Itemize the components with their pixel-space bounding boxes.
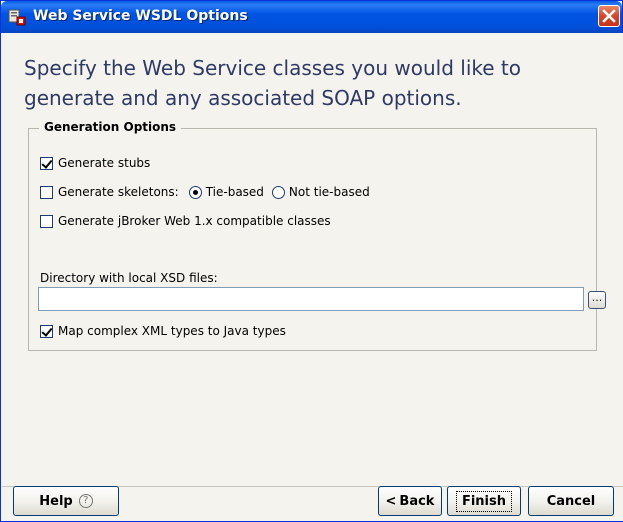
cancel-label: Cancel (546, 493, 596, 509)
generate-stubs-checkbox[interactable] (40, 156, 53, 170)
generate-stubs-row[interactable]: Generate stubs (40, 156, 150, 170)
close-button[interactable] (598, 5, 620, 27)
wsdl-app-icon (8, 8, 26, 26)
map-types-checkbox[interactable] (40, 324, 53, 338)
tie-based-label: Tie-based (205, 185, 264, 199)
generate-stubs-label: Generate stubs (58, 156, 151, 170)
page-heading: Specify the Web Service classes you woul… (24, 56, 521, 110)
dialog-window: Web Service WSDL Options Specify the Web… (0, 0, 623, 522)
help-label: Help (39, 493, 73, 509)
finish-button[interactable]: Finish (447, 486, 521, 516)
cancel-button[interactable]: Cancel (528, 486, 614, 516)
back-arrow-icon: < (385, 493, 397, 509)
window-title: Web Service WSDL Options (33, 8, 248, 24)
help-button[interactable]: Help ? (13, 486, 119, 516)
jbroker-label: Generate jBroker Web 1.x compatible clas… (58, 214, 331, 228)
jbroker-checkbox[interactable] (40, 214, 53, 228)
question-mark-icon: ? (78, 494, 93, 508)
map-types-row[interactable]: Map complex XML types to Java types (40, 324, 286, 338)
dialog-content: Specify the Web Service classes you woul… (2, 33, 623, 521)
generate-skeletons-row: Generate skeletons: Tie-based Not tie-ba… (40, 185, 370, 199)
xsd-directory-input[interactable] (38, 287, 584, 311)
generate-skeletons-checkbox[interactable] (40, 185, 53, 199)
xsd-directory-label: Directory with local XSD files: (40, 271, 218, 285)
not-tie-based-radio[interactable] (271, 185, 285, 199)
finish-label: Finish (455, 490, 513, 512)
map-types-label: Map complex XML types to Java types (58, 324, 286, 338)
browse-button[interactable]: ... (588, 291, 606, 309)
back-label: Back (399, 493, 435, 509)
generate-skeletons-label: Generate skeletons: (58, 185, 179, 199)
close-icon (602, 9, 616, 23)
generation-options-group: Generation Options Generate stubs Genera… (28, 120, 606, 351)
back-button[interactable]: < Back (378, 486, 442, 516)
jbroker-row[interactable]: Generate jBroker Web 1.x compatible clas… (40, 214, 331, 228)
tie-based-radio[interactable] (188, 185, 202, 199)
title-bar[interactable]: Web Service WSDL Options (1, 1, 622, 33)
not-tie-based-label: Not tie-based (288, 185, 370, 199)
group-legend: Generation Options (39, 120, 182, 134)
